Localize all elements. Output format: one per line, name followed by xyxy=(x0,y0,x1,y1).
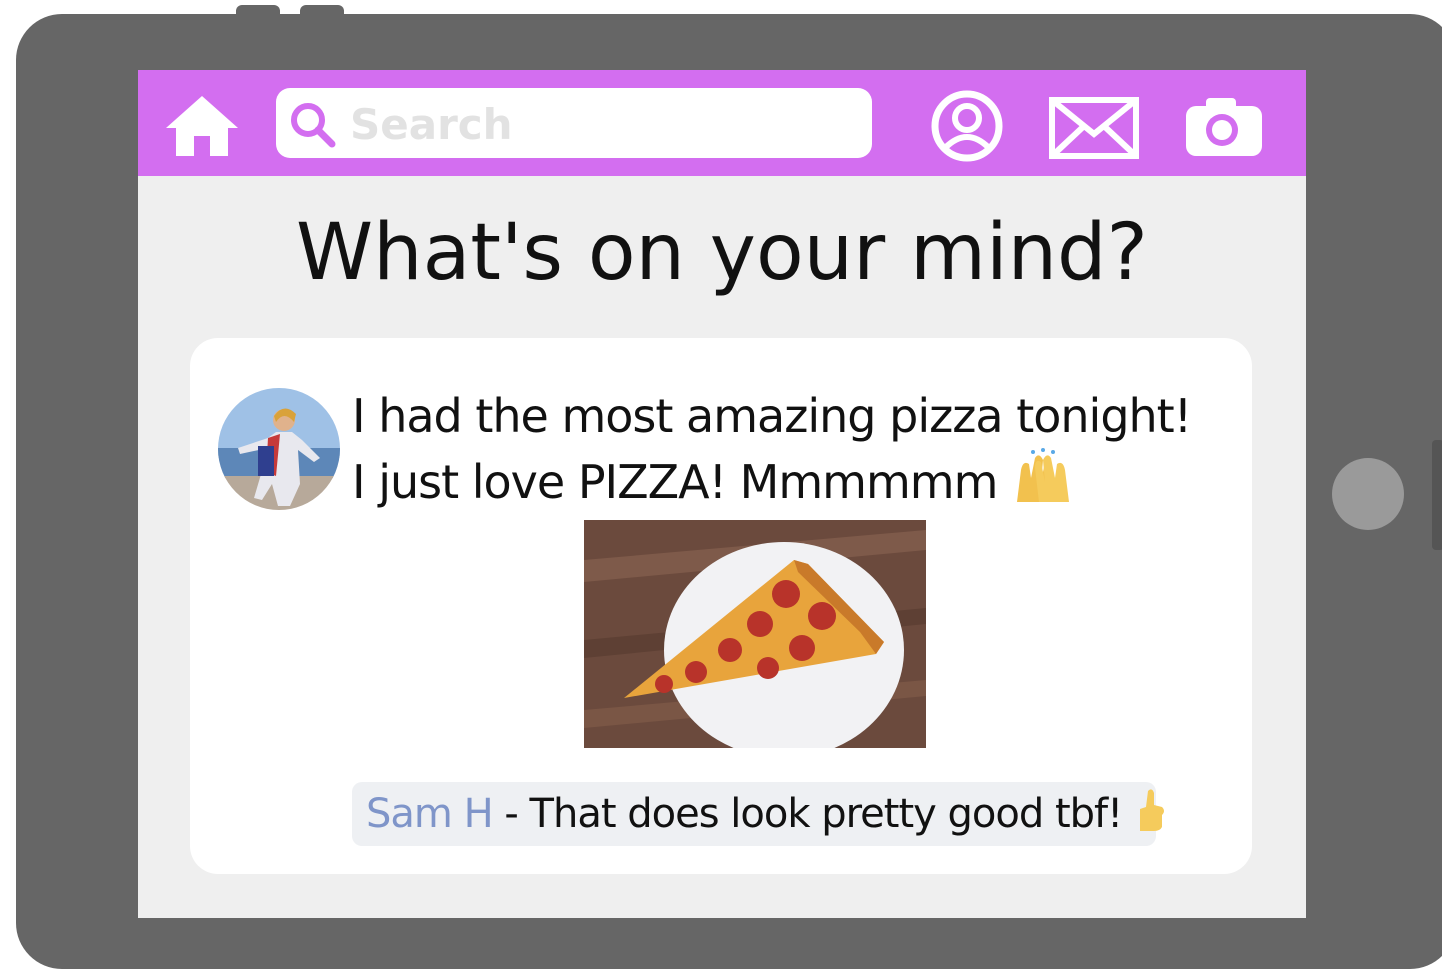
post-line-2-text: I just love PIZZA! Mmmmmm xyxy=(352,455,998,509)
post-card: I had the most amazing pizza tonight! I … xyxy=(190,338,1252,874)
comment-author[interactable]: Sam H xyxy=(352,791,494,837)
app-screen: What's on your mind? I had the most amaz… xyxy=(138,70,1306,918)
search-input[interactable] xyxy=(348,96,852,152)
comment-separator: - xyxy=(492,791,530,837)
device-home-button[interactable] xyxy=(1332,458,1404,530)
comment-text: That does look pretty good tbf! xyxy=(529,791,1124,837)
comment: Sam H - That does look pretty good tbf! xyxy=(352,782,1165,846)
avatar[interactable] xyxy=(218,388,340,510)
search-icon xyxy=(291,103,336,148)
profile-icon[interactable] xyxy=(928,90,1006,162)
raising-hands-icon xyxy=(1011,448,1075,520)
search-bar[interactable] xyxy=(276,88,872,158)
pizza-photo[interactable] xyxy=(584,520,926,748)
post-line-2: I just love PIZZA! Mmmmmm xyxy=(352,448,1232,520)
mail-icon[interactable] xyxy=(1048,96,1140,160)
top-navigation-bar xyxy=(138,70,1306,176)
post-text: I had the most amazing pizza tonight! I … xyxy=(352,384,1232,520)
home-icon[interactable] xyxy=(162,90,242,160)
camera-icon[interactable] xyxy=(1182,92,1266,160)
page-title: What's on your mind? xyxy=(296,208,1148,298)
side-button[interactable] xyxy=(1432,440,1442,550)
thumbs-up-icon xyxy=(1132,787,1166,852)
post-line-1: I had the most amazing pizza tonight! xyxy=(352,389,1192,443)
